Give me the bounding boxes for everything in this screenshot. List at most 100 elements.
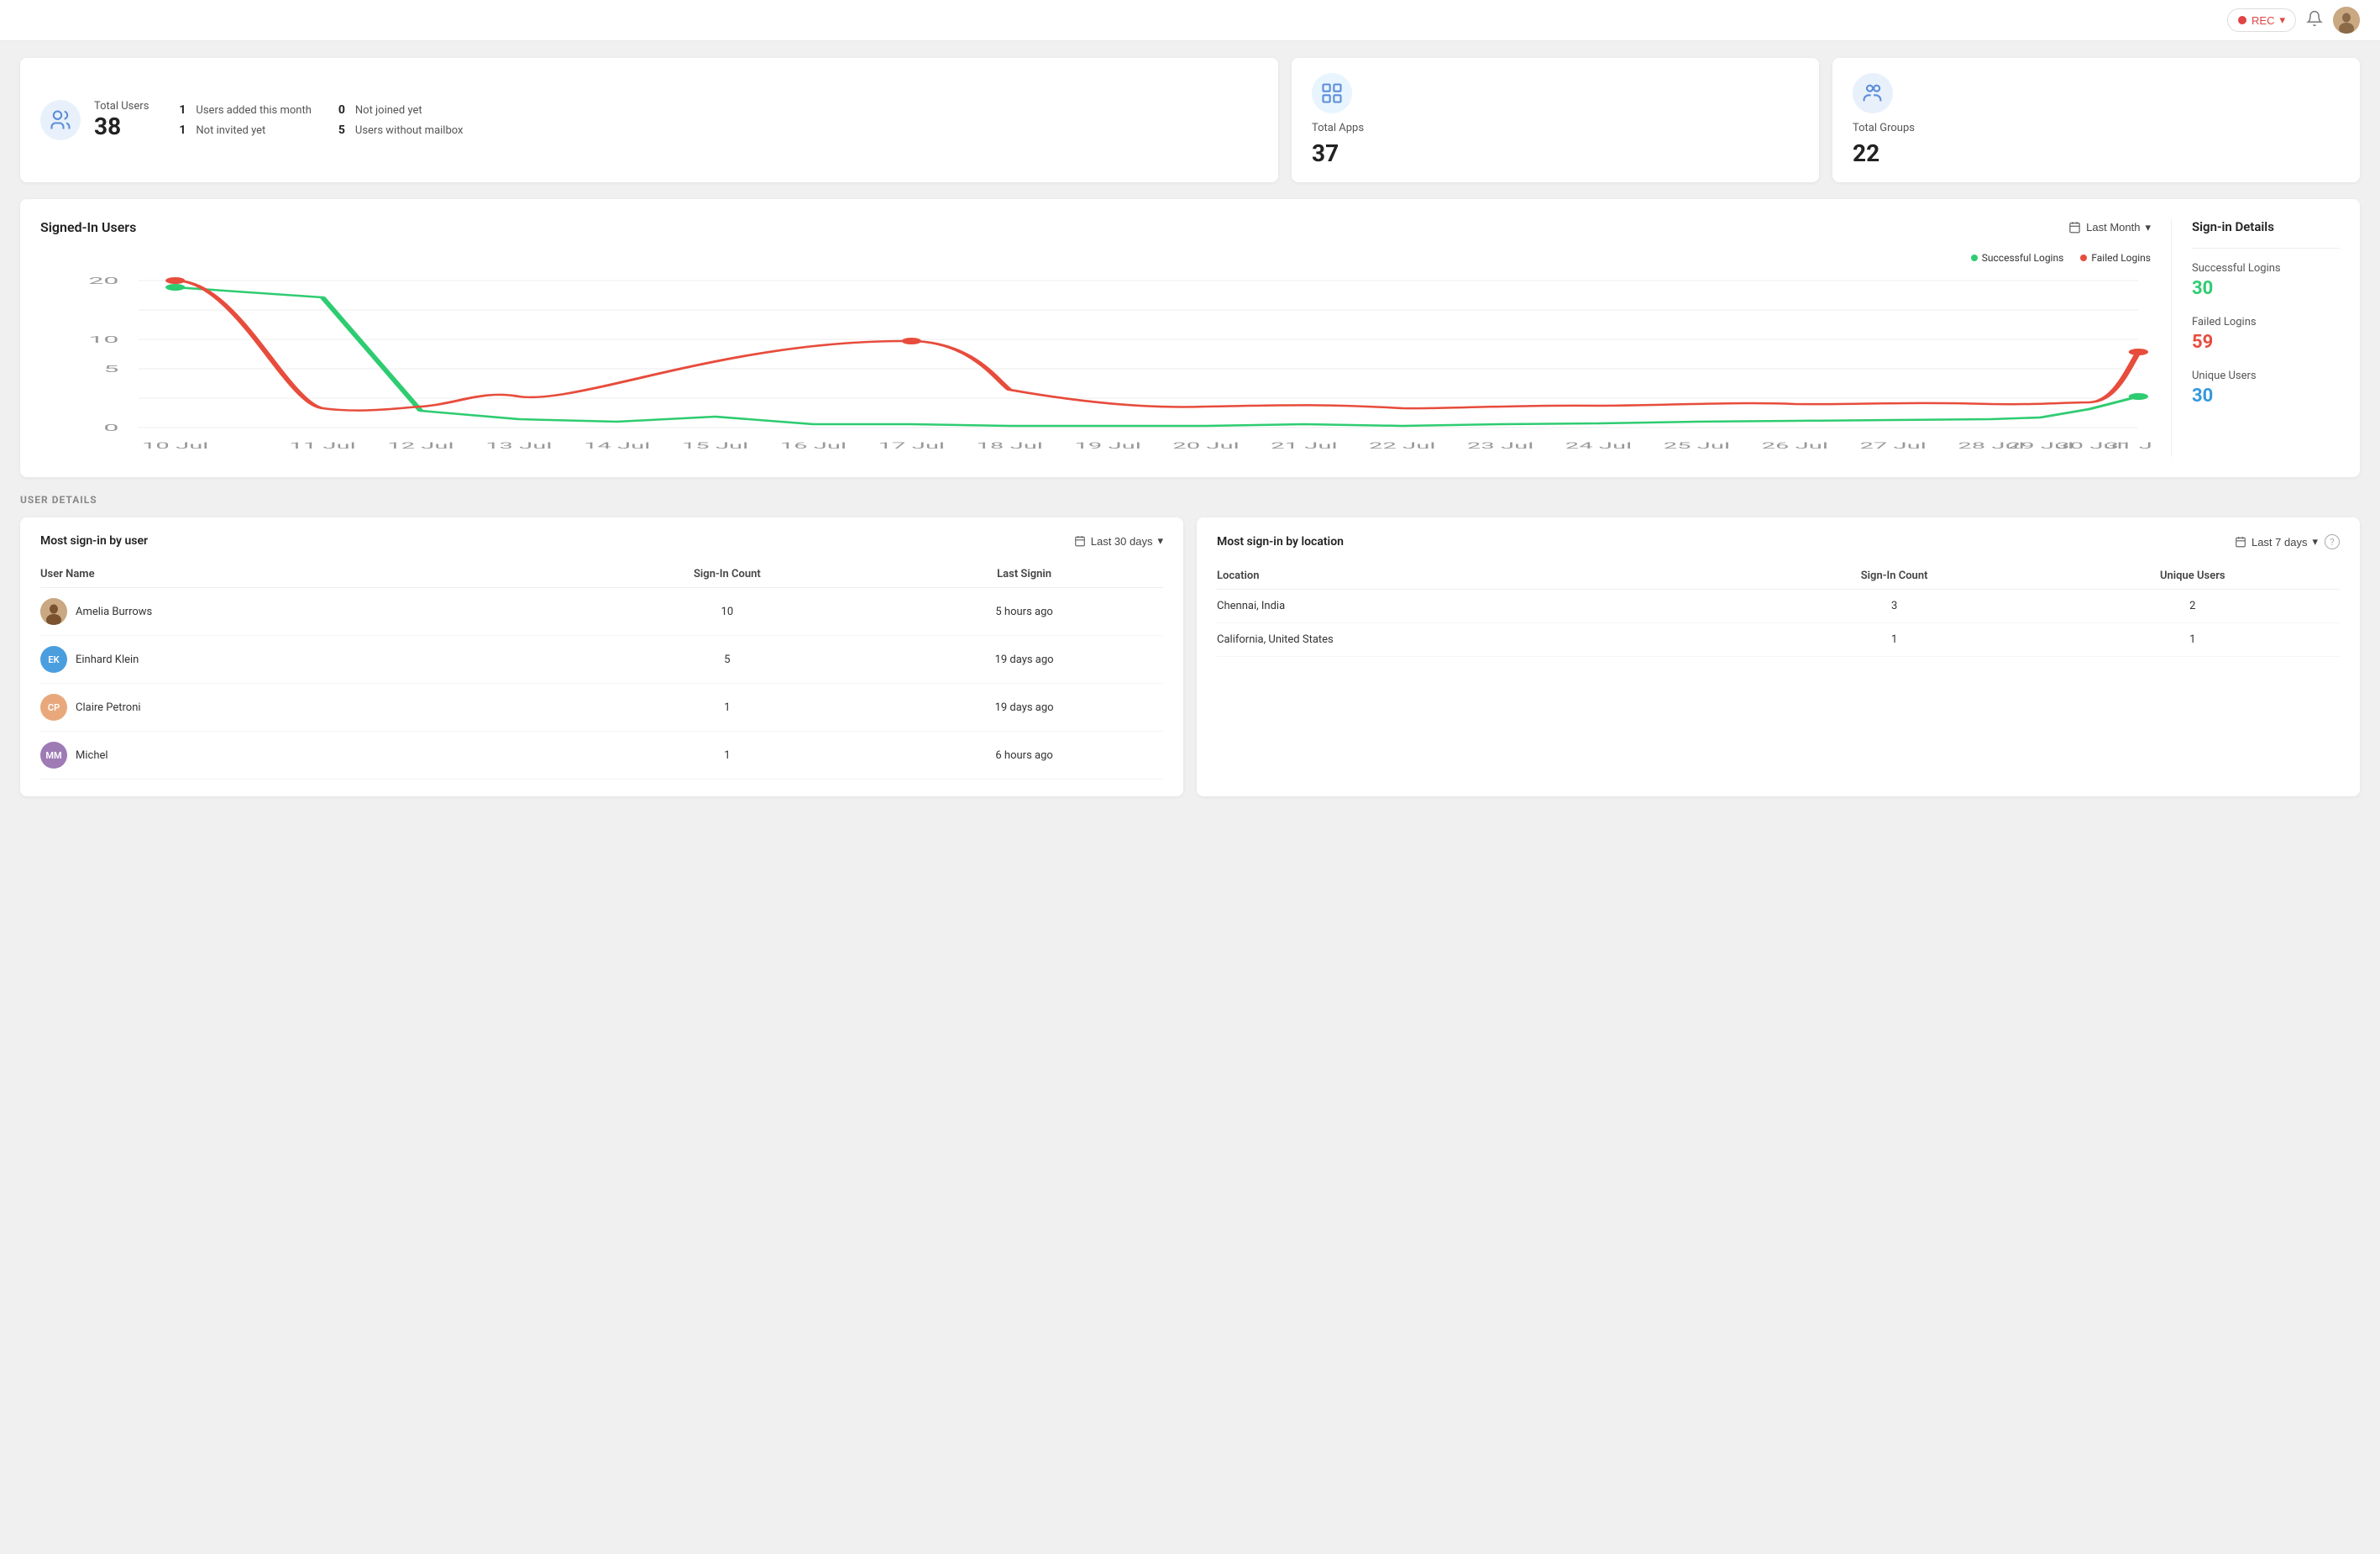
unique-california: 1 (2046, 623, 2340, 657)
col-last-signin: Last Signin (885, 561, 1163, 588)
legend-failed-dot (2080, 255, 2087, 261)
main-content: Total Users 38 1 Users added this month … (0, 41, 2380, 813)
signin-by-user-filter-label: Last 30 days (1091, 535, 1153, 548)
apps-number: 37 (1312, 139, 1339, 167)
users-card: Total Users 38 1 Users added this month … (20, 58, 1278, 182)
svg-text:12 Jul: 12 Jul (387, 441, 453, 450)
signin-by-user-filter[interactable]: Last 30 days ▾ (1074, 534, 1163, 548)
apps-icon (1312, 73, 1352, 113)
apps-card: Total Apps 37 (1292, 58, 1819, 182)
user-details-section: USER DETAILS Most sign-in by user Last 3… (20, 494, 2360, 796)
signin-by-location-card: Most sign-in by location Last 7 days ▾ (1197, 517, 2360, 796)
rec-dot-icon (2238, 16, 2246, 24)
svg-text:18 Jul: 18 Jul (977, 441, 1043, 450)
table-row: California, United States 1 1 (1217, 623, 2340, 657)
svg-text:13 Jul: 13 Jul (485, 441, 552, 450)
chart-sidebar: Sign-in Details Successful Logins 30 Fai… (2172, 219, 2340, 457)
chart-date-filter[interactable]: Last Month ▾ (2068, 221, 2151, 234)
record-label: REC (2252, 14, 2274, 27)
avatar-michel: MM (40, 742, 67, 769)
user-name-einhard: Einhard Klein (76, 654, 139, 666)
svg-text:17 Jul: 17 Jul (878, 441, 945, 450)
groups-number: 22 (1853, 139, 1879, 167)
signin-by-user-title: Most sign-in by user (40, 534, 148, 548)
count-einhard: 5 (569, 636, 886, 684)
count-chennai: 3 (1743, 590, 2046, 623)
svg-text:27 Jul: 27 Jul (1859, 441, 1926, 450)
apps-label: Total Apps (1312, 122, 1364, 134)
svg-text:15 Jul: 15 Jul (682, 441, 748, 450)
signin-details-title: Sign-in Details (2192, 219, 2340, 249)
signin-by-location-filter[interactable]: Last 7 days ▾ (2235, 535, 2318, 549)
users-added-label: Users added this month (196, 104, 311, 117)
signin-by-user-chevron: ▾ (1157, 534, 1163, 548)
users-not-joined-row: 0 Not joined yet (338, 103, 464, 117)
signin-by-location-header: Most sign-in by location Last 7 days ▾ (1217, 534, 2340, 549)
stats-row: Total Users 38 1 Users added this month … (20, 58, 2360, 182)
last-einhard: 19 days ago (885, 636, 1163, 684)
users-no-mailbox-row: 5 Users without mailbox (338, 123, 464, 137)
signin-failed-value: 59 (2192, 332, 2340, 353)
record-chevron: ▾ (2279, 13, 2285, 27)
legend-successful: Successful Logins (1971, 252, 2064, 264)
users-not-invited-row: 1 Not invited yet (179, 123, 311, 137)
signin-unique-value: 30 (2192, 386, 2340, 407)
avatar[interactable] (2333, 7, 2360, 34)
user-cell-einhard: EK Einhard Klein (40, 636, 569, 684)
table-row: CP Claire Petroni 1 19 days ago (40, 684, 1163, 732)
svg-text:31 Jul: 31 Jul (2105, 441, 2151, 450)
svg-text:10 Jul: 10 Jul (142, 441, 208, 450)
users-no-mailbox-label: Users without mailbox (355, 124, 464, 137)
signin-by-location-chevron: ▾ (2312, 535, 2318, 549)
chart-header: Signed-In Users Last Month ▾ (40, 219, 2151, 235)
user-name-amelia: Amelia Burrows (76, 606, 152, 618)
table-row: MM Michel 1 6 hours ago (40, 732, 1163, 780)
svg-text:24 Jul: 24 Jul (1565, 441, 1632, 450)
users-label: Total Users (94, 100, 149, 113)
users-detail-col-1: 1 Users added this month 1 Not invited y… (179, 103, 311, 137)
user-name-claire: Claire Petroni (76, 701, 141, 714)
location-chennai: Chennai, India (1217, 590, 1743, 623)
table-row: Amelia Burrows 10 5 hours ago (40, 588, 1163, 636)
signin-by-user-table: User Name Sign-In Count Last Signin (40, 561, 1163, 780)
svg-text:22 Jul: 22 Jul (1369, 441, 1435, 450)
signin-failed-metric: Failed Logins 59 (2192, 316, 2340, 353)
groups-icon (1853, 73, 1893, 113)
avatar-claire: CP (40, 694, 67, 721)
signin-by-user-header: Most sign-in by user Last 30 days ▾ (40, 534, 1163, 548)
count-michel: 1 (569, 732, 886, 780)
users-no-mailbox-count: 5 (338, 123, 349, 137)
signin-successful-metric: Successful Logins 30 (2192, 262, 2340, 299)
signin-by-user-card: Most sign-in by user Last 30 days ▾ (20, 517, 1183, 796)
users-icon (40, 100, 81, 140)
svg-text:25 Jul: 25 Jul (1664, 441, 1730, 450)
groups-card: Total Groups 22 (1832, 58, 2360, 182)
table-row: EK Einhard Klein 5 19 days ago (40, 636, 1163, 684)
col-location: Location (1217, 563, 1743, 590)
svg-text:16 Jul: 16 Jul (780, 441, 847, 450)
user-cell-claire: CP Claire Petroni (40, 684, 569, 732)
signin-by-location-table: Location Sign-In Count Unique Users Chen… (1217, 563, 2340, 657)
chart-legend: Successful Logins Failed Logins (40, 252, 2151, 264)
section-title: USER DETAILS (20, 494, 2360, 506)
bell-icon[interactable] (2306, 10, 2323, 31)
record-button[interactable]: REC ▾ (2227, 8, 2296, 32)
col-location-signin-count: Sign-In Count (1743, 563, 2046, 590)
help-icon[interactable]: ? (2325, 534, 2340, 549)
chart-container: 20 10 5 0 10 Jul 11 Jul 12 Jul 13 Jul 14… (40, 272, 2151, 457)
user-cell-amelia: Amelia Burrows (40, 588, 569, 636)
user-name-michel: Michel (76, 749, 108, 762)
signin-successful-label: Successful Logins (2192, 262, 2340, 275)
avatar-einhard: EK (40, 646, 67, 673)
legend-successful-label: Successful Logins (1982, 252, 2064, 264)
col-unique-users: Unique Users (2046, 563, 2340, 590)
svg-text:26 Jul: 26 Jul (1762, 441, 1828, 450)
user-cell-michel: MM Michel (40, 732, 569, 780)
last-claire: 19 days ago (885, 684, 1163, 732)
count-claire: 1 (569, 684, 886, 732)
legend-failed-label: Failed Logins (2091, 252, 2151, 264)
chart-svg: 20 10 5 0 10 Jul 11 Jul 12 Jul 13 Jul 14… (40, 272, 2151, 457)
users-added-row: 1 Users added this month (179, 103, 311, 117)
signin-successful-value: 30 (2192, 278, 2340, 299)
svg-text:10: 10 (88, 334, 118, 345)
